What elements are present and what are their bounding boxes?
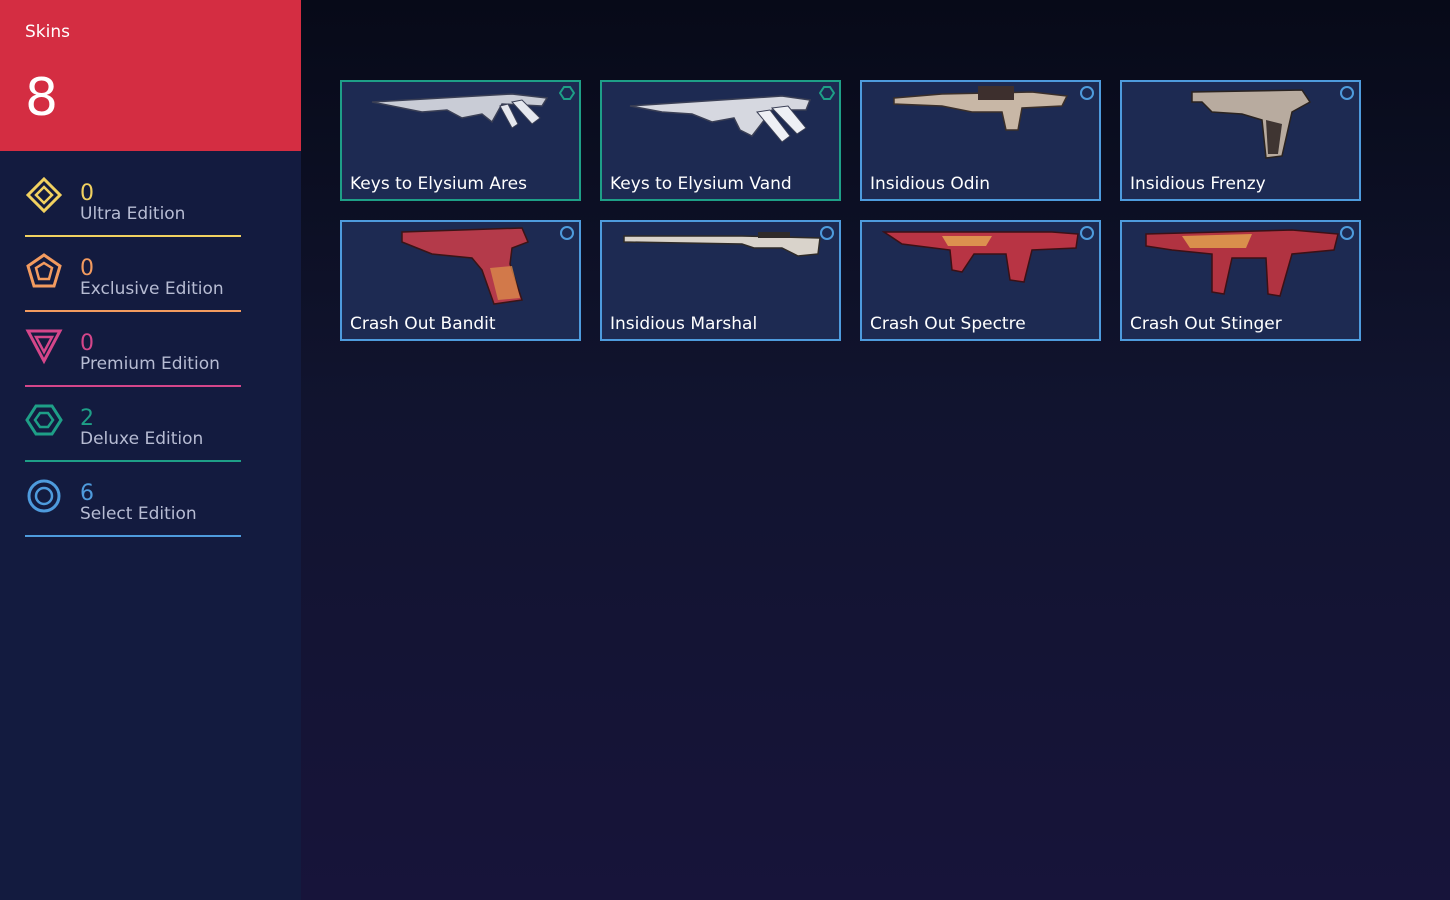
circle-icon bbox=[820, 226, 834, 240]
skins-label: Skins bbox=[25, 22, 70, 42]
heavy-gun-icon bbox=[893, 86, 1069, 131]
pistol-icon bbox=[401, 227, 529, 305]
skin-card[interactable]: Insidious Odin bbox=[860, 80, 1101, 201]
circle-icon bbox=[1340, 86, 1354, 100]
hexagon-icon bbox=[559, 86, 575, 100]
diamond-icon bbox=[25, 177, 63, 214]
triangle-icon bbox=[25, 329, 63, 365]
hexagon-icon bbox=[25, 404, 63, 436]
pistol-icon bbox=[1191, 89, 1312, 159]
skins-total-card: Skins 8 bbox=[0, 0, 301, 151]
tier-name: Premium Edition bbox=[80, 354, 220, 374]
tier-name: Ultra Edition bbox=[80, 204, 186, 224]
sniper-icon bbox=[623, 232, 821, 257]
skins-total-count: 8 bbox=[25, 68, 59, 128]
tier-name: Exclusive Edition bbox=[80, 279, 224, 299]
smg-icon bbox=[882, 231, 1079, 283]
skin-name: Insidious Marshal bbox=[610, 314, 758, 334]
sidebar: Skins 8 0 Ultra Edition 0 Exclusive Edit… bbox=[0, 0, 301, 900]
skin-card[interactable]: Insidious Frenzy bbox=[1120, 80, 1361, 201]
skin-card[interactable]: Keys to Elysium Vand bbox=[600, 80, 841, 201]
circle-icon bbox=[1080, 226, 1094, 240]
smg-icon bbox=[1145, 229, 1339, 297]
tier-deluxe[interactable]: 2 Deluxe Edition bbox=[25, 400, 241, 462]
tier-count: 0 bbox=[80, 181, 94, 206]
circle-icon bbox=[560, 226, 574, 240]
skin-card[interactable]: Insidious Marshal bbox=[600, 220, 841, 341]
skin-name: Keys to Elysium Ares bbox=[350, 174, 527, 194]
tier-count: 0 bbox=[80, 256, 94, 281]
tier-count: 6 bbox=[80, 481, 94, 506]
tier-exclusive[interactable]: 0 Exclusive Edition bbox=[25, 250, 241, 312]
skin-card[interactable]: Keys to Elysium Ares bbox=[340, 80, 581, 201]
tier-count: 0 bbox=[80, 331, 94, 356]
tier-count: 2 bbox=[80, 406, 94, 431]
skin-name: Crash Out Spectre bbox=[870, 314, 1026, 334]
circle-icon bbox=[1080, 86, 1094, 100]
circle-icon bbox=[1340, 226, 1354, 240]
skin-card[interactable]: Crash Out Spectre bbox=[860, 220, 1101, 341]
tier-name: Deluxe Edition bbox=[80, 429, 204, 449]
pentagon-icon bbox=[26, 253, 62, 288]
machine-gun-icon bbox=[371, 93, 549, 129]
skin-name: Insidious Frenzy bbox=[1130, 174, 1266, 194]
skin-name: Crash Out Bandit bbox=[350, 314, 496, 334]
tier-select[interactable]: 6 Select Edition bbox=[25, 475, 241, 537]
tier-ultra[interactable]: 0 Ultra Edition bbox=[25, 175, 241, 237]
tier-premium[interactable]: 0 Premium Edition bbox=[25, 325, 241, 387]
skin-card[interactable]: Crash Out Stinger bbox=[1120, 220, 1361, 341]
skin-name: Keys to Elysium Vand bbox=[610, 174, 792, 194]
rifle-icon bbox=[629, 95, 812, 143]
tier-name: Select Edition bbox=[80, 504, 197, 524]
skin-name: Crash Out Stinger bbox=[1130, 314, 1282, 334]
hexagon-icon bbox=[819, 86, 835, 100]
skin-card[interactable]: Crash Out Bandit bbox=[340, 220, 581, 341]
skin-name: Insidious Odin bbox=[870, 174, 990, 194]
circle-icon bbox=[27, 479, 61, 513]
